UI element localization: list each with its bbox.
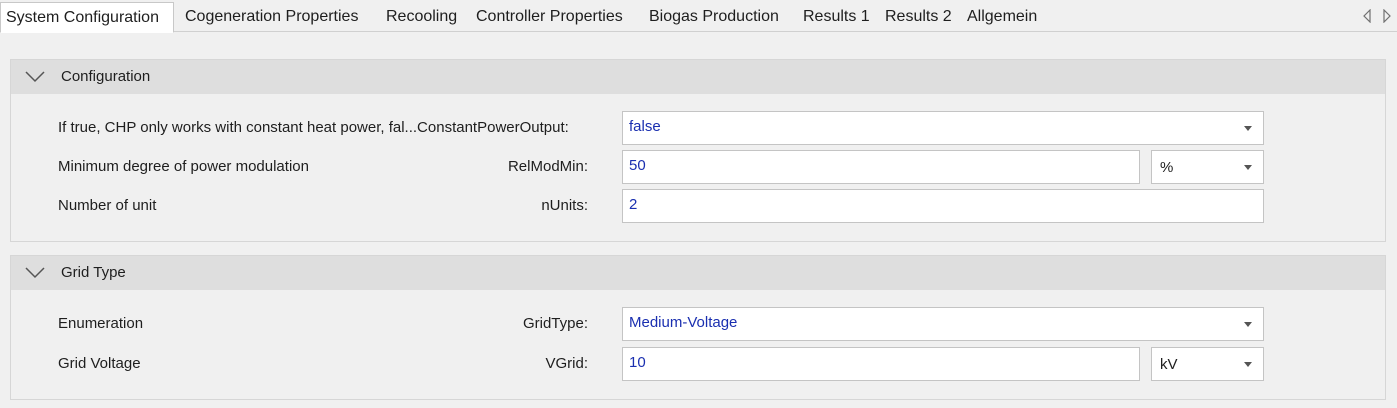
dropdown-arrow-icon	[1244, 362, 1252, 367]
section-header-grid-type[interactable]: Grid Type	[11, 256, 1385, 290]
vgrid-unit-dropdown[interactable]: kV	[1151, 347, 1264, 381]
field-value: 2	[629, 196, 638, 213]
property-description: If true, CHP only works with constant he…	[58, 119, 569, 136]
section-configuration: Configuration If true, CHP only works wi…	[10, 59, 1386, 242]
tab-allgemein[interactable]: Allgemein	[967, 3, 1037, 32]
property-row-gridtype: Enumeration GridType: Medium-Voltage	[11, 307, 1385, 341]
property-row-constant-power-output: If true, CHP only works with constant he…	[11, 111, 1385, 145]
section-title: Configuration	[61, 68, 151, 85]
chevron-down-icon	[25, 267, 45, 279]
property-row-relmodmin: Minimum degree of power modulation RelMo…	[11, 150, 1385, 184]
nunits-input[interactable]: 2	[622, 189, 1264, 223]
relmodmin-unit-dropdown[interactable]: %	[1151, 150, 1264, 184]
dropdown-arrow-icon	[1244, 322, 1252, 327]
property-row-vgrid: Grid Voltage VGrid: 10 kV	[11, 347, 1385, 381]
tab-controller-properties[interactable]: Controller Properties	[476, 3, 623, 32]
property-row-nunits: Number of unit nUnits: 2	[11, 189, 1385, 223]
triangle-right-icon[interactable]	[1382, 9, 1392, 23]
dropdown-arrow-icon	[1244, 165, 1252, 170]
property-name: nUnits:	[541, 197, 588, 214]
unit-value: %	[1160, 159, 1174, 176]
triangle-left-icon[interactable]	[1362, 9, 1372, 23]
property-name: GridType:	[522, 315, 588, 332]
property-description: Number of unit	[58, 197, 157, 214]
section-header-configuration[interactable]: Configuration	[11, 60, 1385, 94]
relmodmin-input[interactable]: 50	[622, 150, 1140, 184]
tab-bar: System Configuration Cogeneration Proper…	[0, 0, 1397, 33]
vgrid-input[interactable]: 10	[622, 347, 1140, 381]
field-value: false	[629, 118, 661, 135]
property-name: RelModMin:	[507, 158, 588, 175]
unit-value: kV	[1160, 356, 1178, 373]
chevron-down-icon	[25, 71, 45, 83]
section-title: Grid Type	[61, 264, 126, 281]
dropdown-arrow-icon	[1244, 126, 1252, 131]
gridtype-dropdown[interactable]: Medium-Voltage	[622, 307, 1264, 341]
tab-system-configuration[interactable]: System Configuration	[0, 2, 174, 33]
field-value: 10	[629, 354, 646, 371]
field-value: 50	[629, 157, 646, 174]
tab-biogas-production[interactable]: Biogas Production	[649, 3, 779, 32]
tab-recooling[interactable]: Recooling	[386, 3, 457, 32]
property-name: VGrid:	[545, 355, 588, 372]
tab-cogeneration-properties[interactable]: Cogeneration Properties	[185, 3, 358, 32]
section-grid-type: Grid Type Enumeration GridType: Medium-V…	[10, 255, 1386, 400]
property-description: Grid Voltage	[58, 355, 141, 372]
field-value: Medium-Voltage	[629, 314, 738, 331]
property-description: Minimum degree of power modulation	[58, 158, 309, 175]
constant-power-output-dropdown[interactable]: false	[622, 111, 1264, 145]
tab-results-2[interactable]: Results 2	[885, 3, 952, 32]
tab-results-1[interactable]: Results 1	[803, 3, 870, 32]
property-description: Enumeration	[58, 315, 144, 332]
